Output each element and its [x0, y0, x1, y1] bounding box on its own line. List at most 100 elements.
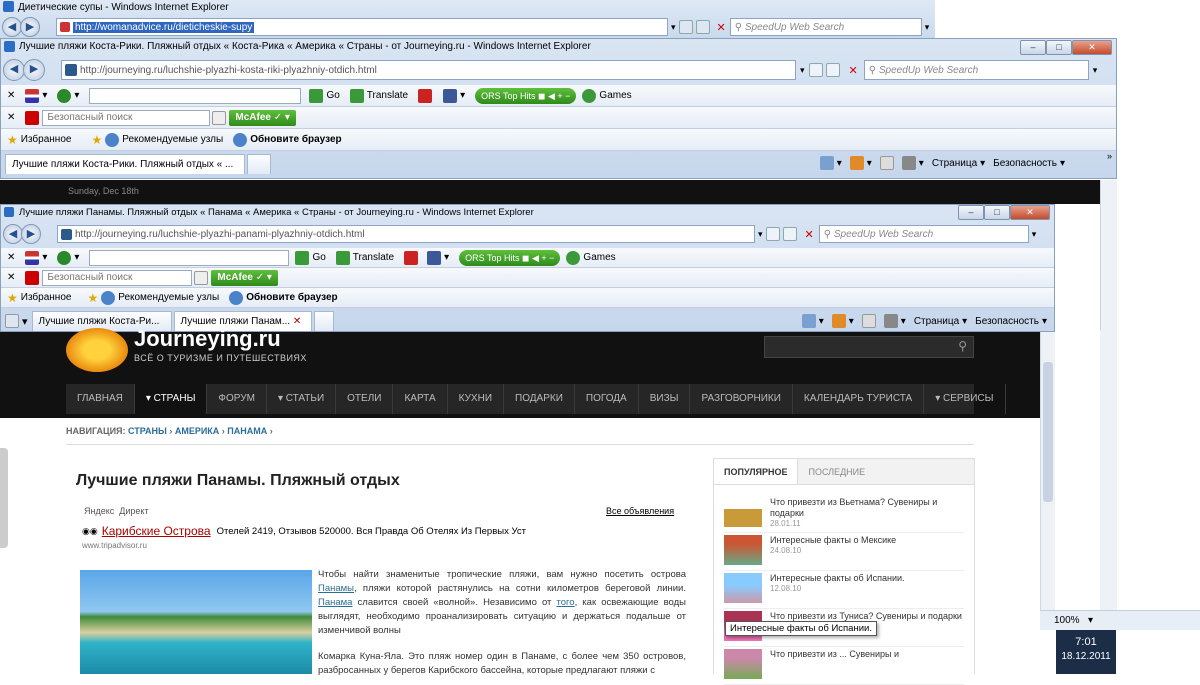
go-button[interactable]: Go: [312, 252, 325, 263]
nav-item[interactable]: ФОРУМ: [207, 384, 267, 414]
close-toolbar-icon[interactable]: ✕: [7, 90, 15, 101]
search-dropdown-icon[interactable]: ▾: [1093, 65, 1098, 76]
back-button[interactable]: ◀: [3, 224, 23, 244]
front-scrollbar[interactable]: [1040, 332, 1055, 610]
refresh-icon[interactable]: [695, 20, 710, 34]
go-icon[interactable]: [309, 88, 324, 103]
update-browser[interactable]: Обновите браузер: [246, 292, 337, 303]
search-dropdown-icon[interactable]: ▾: [1032, 229, 1037, 240]
mcafee-search-input[interactable]: Безопасный поиск: [42, 269, 193, 286]
close-tab-icon[interactable]: ✕: [293, 316, 301, 327]
sidebar-item-title[interactable]: Что привезти из Вьетнама? Сувениры и под…: [770, 497, 964, 519]
compat-icon[interactable]: [678, 20, 693, 34]
middle-scrollbar[interactable]: [1100, 180, 1117, 330]
quick-tabs-icon[interactable]: [5, 314, 19, 328]
tab-latest[interactable]: ПОСЛЕДНИЕ: [798, 459, 875, 484]
games-icon[interactable]: [566, 250, 581, 265]
go-button[interactable]: Go: [326, 90, 339, 101]
new-tab-button[interactable]: [247, 154, 271, 174]
mail-icon[interactable]: [861, 314, 876, 328]
nav-item[interactable]: ОТЕЛИ: [336, 384, 394, 414]
close-toolbar-icon[interactable]: ✕: [7, 112, 15, 123]
refresh-icon[interactable]: [825, 63, 840, 77]
flag-icon[interactable]: [25, 250, 40, 265]
toolbar-search-input[interactable]: [89, 87, 302, 104]
youtube-icon[interactable]: [418, 88, 433, 103]
favorites-button[interactable]: Избранное: [21, 134, 72, 145]
ad-domain[interactable]: www.tripadvisor.ru: [82, 541, 147, 550]
facebook-icon[interactable]: [427, 250, 442, 265]
sidebar-item[interactable]: Интересные факты о Мексике 24.08.10: [724, 533, 964, 571]
breadcrumb-strany[interactable]: СТРАНЫ: [128, 426, 167, 436]
safety-dropdown-icon[interactable]: ▾: [1060, 158, 1065, 169]
nav-item[interactable]: КУХНИ: [448, 384, 505, 414]
home-icon[interactable]: [819, 156, 834, 170]
mail-icon[interactable]: [879, 156, 894, 170]
maximize-button[interactable]: □: [1046, 40, 1072, 55]
new-tab-button[interactable]: [313, 311, 334, 331]
translate-icon[interactable]: [335, 250, 350, 265]
facebook-dropdown-icon[interactable]: ▾: [460, 90, 465, 101]
sidebar-item[interactable]: Интересные факты об Испании. 12.08.10: [724, 571, 964, 609]
forward-button[interactable]: ▶: [23, 59, 45, 81]
stop-icon[interactable]: ✕: [849, 64, 858, 77]
page-menu[interactable]: Страница: [914, 316, 959, 327]
tab-list-dropdown-icon[interactable]: ▾: [22, 315, 28, 328]
close-toolbar-icon[interactable]: ✕: [7, 272, 15, 283]
mcafee-search-input[interactable]: Безопасный поиск: [42, 109, 211, 126]
page-dropdown-icon[interactable]: ▾: [980, 158, 985, 169]
facebook-dropdown-icon[interactable]: ▾: [444, 252, 449, 263]
sidebar-item[interactable]: Что привезти из Вьетнама? Сувениры и под…: [724, 495, 964, 533]
translate-button[interactable]: Translate: [367, 90, 408, 101]
nav-item[interactable]: ВИЗЫ: [639, 384, 691, 414]
dropdown-icon[interactable]: ▾: [800, 65, 805, 76]
tab-popular[interactable]: ПОПУЛЯРНОЕ: [714, 459, 799, 484]
search-icon[interactable]: [194, 270, 209, 285]
front-search-box[interactable]: ⚲ SpeedUp Web Search: [818, 225, 1029, 243]
outer-scrollbar[interactable]: [1100, 330, 1117, 610]
search-dropdown-icon[interactable]: ▾: [925, 22, 930, 33]
sidebar-item-title[interactable]: Интересные факты о Мексике: [770, 535, 896, 546]
flag-dropdown-icon[interactable]: ▾: [42, 90, 47, 101]
add-favorite-icon[interactable]: ★: [91, 133, 102, 147]
logo-dropdown-icon[interactable]: ▾: [74, 90, 79, 101]
nav-item[interactable]: ПОГОДА: [575, 384, 639, 414]
toolbar-search-input[interactable]: [89, 249, 290, 266]
ors-radio-button[interactable]: ORS Top Hits ◼ ◀ + −: [459, 249, 561, 266]
favorites-button[interactable]: Избранное: [21, 292, 72, 303]
recommended-sites[interactable]: Рекомендуемые узлы: [118, 292, 219, 303]
link-togo[interactable]: того: [556, 597, 574, 608]
recommended-sites[interactable]: Рекомендуемые узлы: [122, 134, 223, 145]
flag-dropdown-icon[interactable]: ▾: [42, 252, 47, 263]
page-menu[interactable]: Страница: [932, 158, 977, 169]
site-logo[interactable]: Journeying.ru: [134, 326, 281, 352]
tab-costa-rica[interactable]: Лучшие пляжи Коста-Рики. Пляжный отдых «…: [5, 154, 245, 174]
nav-item[interactable]: ▾ СТРАНЫ: [134, 384, 208, 414]
dropdown-icon[interactable]: ▾: [671, 22, 676, 33]
sidebar-item-title[interactable]: Что привезти из ... Сувениры и: [770, 649, 899, 660]
sidebar-item[interactable]: Что привезти из ... Сувениры и: [724, 647, 964, 685]
scroll-thumb[interactable]: [1043, 362, 1053, 502]
dropdown-icon[interactable]: ▾: [758, 229, 763, 240]
close-button[interactable]: ✕: [1072, 40, 1112, 55]
refresh-icon[interactable]: [782, 227, 797, 241]
feeds-icon[interactable]: [831, 314, 846, 328]
ad-title-link[interactable]: Карибские Острова: [102, 524, 211, 538]
nav-item[interactable]: КАРТА: [393, 384, 448, 414]
breadcrumb-panama[interactable]: ПАНАМА: [227, 426, 267, 436]
breadcrumb-amerika[interactable]: АМЕРИКА: [175, 426, 219, 436]
page-dropdown-icon[interactable]: ▾: [962, 316, 967, 327]
update-browser[interactable]: Обновите браузер: [250, 134, 341, 145]
facebook-icon[interactable]: [443, 88, 458, 103]
safety-menu[interactable]: Безопасность: [993, 158, 1057, 169]
print-icon[interactable]: [883, 314, 898, 328]
side-handle[interactable]: [0, 448, 8, 548]
toolbar-logo-icon[interactable]: [57, 250, 72, 265]
home-dropdown-icon[interactable]: ▾: [837, 158, 842, 169]
link-panama[interactable]: Панама: [318, 597, 352, 608]
go-icon[interactable]: [295, 250, 310, 265]
zoom-level[interactable]: 100%: [1054, 615, 1080, 626]
close-toolbar-icon[interactable]: ✕: [7, 252, 15, 263]
translate-button[interactable]: Translate: [353, 252, 394, 263]
nav-item[interactable]: РАЗГОВОРНИКИ: [690, 384, 793, 414]
